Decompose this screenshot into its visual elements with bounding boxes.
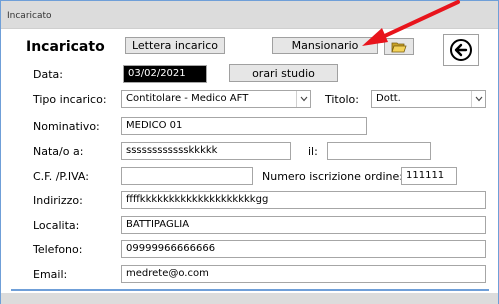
email-field[interactable]: medrete@o.com [121,265,486,283]
titolo-select[interactable]: Dott. [371,90,486,108]
form-bottom-border [11,289,489,291]
folder-open-icon [391,42,407,52]
back-button[interactable] [443,34,479,66]
cf-piva-field[interactable] [121,167,253,185]
telefono-field[interactable]: 09999966666666 [121,240,486,258]
form-window: Incaricato Incaricato Lettera incarico M… [0,0,499,304]
titolo-value: Dott. [376,93,401,104]
il-label: il: [308,145,318,158]
window-title: Incaricato [7,11,52,21]
indirizzo-field[interactable]: ffffkkkkkkkkkkkkkkkkkkkkgg [121,191,486,209]
nata-a-field[interactable]: sssssssssssskkkkk [121,142,291,160]
data-field[interactable]: 03/02/2021 [123,65,207,83]
localita-field[interactable]: BATTIPAGLIA [121,216,486,234]
open-folder-button[interactable] [384,38,414,55]
titolo-label: Titolo: [325,93,359,106]
indirizzo-label: Indirizzo: [33,194,83,207]
mansionario-button[interactable]: Mansionario [272,37,378,54]
localita-label: Localita: [33,219,80,232]
title-bar: Incaricato [1,1,498,29]
tipo-incarico-label: Tipo incarico: [33,93,107,106]
nominativo-label: Nominativo: [33,120,100,133]
tipo-incarico-select[interactable]: Contitolare - Medico AFT [121,90,311,108]
page-title: Incaricato [26,39,105,55]
chevron-down-icon [471,91,485,107]
circle-arrow-left-icon [450,39,472,61]
iscrizione-ordine-field[interactable]: 111111 [401,167,457,185]
iscrizione-ordine-label: Numero iscrizione ordine: [262,170,403,183]
window-bottom-strip [1,293,498,304]
nata-a-label: Nata/o a: [33,145,84,158]
chevron-down-icon [296,91,310,107]
nominativo-field[interactable]: MEDICO 01 [121,117,367,135]
telefono-label: Telefono: [33,243,83,256]
data-label: Data: [33,68,63,81]
tipo-incarico-value: Contitolare - Medico AFT [126,93,249,104]
orari-studio-button[interactable]: orari studio [229,64,338,82]
lettera-incarico-button[interactable]: Lettera incarico [125,37,225,54]
email-label: Email: [33,268,68,281]
il-field[interactable] [327,142,431,160]
cf-piva-label: C.F. /P.IVA: [33,170,89,183]
